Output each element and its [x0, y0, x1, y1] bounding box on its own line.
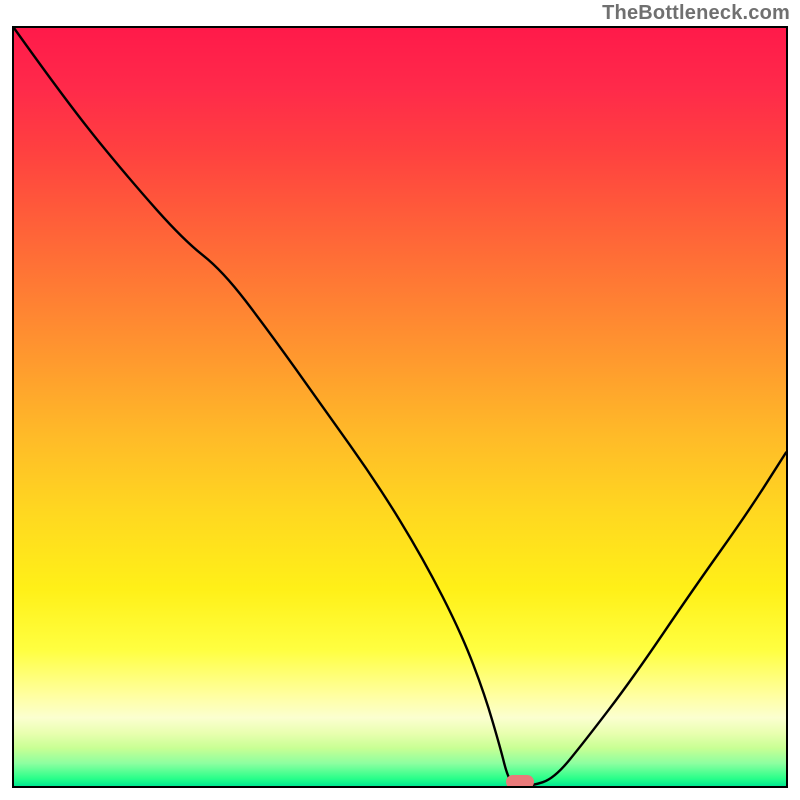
watermark-text: TheBottleneck.com: [602, 2, 790, 25]
chart-container: TheBottleneck.com: [0, 0, 800, 800]
heat-gradient-background: [14, 28, 786, 786]
plot-area: [12, 26, 788, 788]
